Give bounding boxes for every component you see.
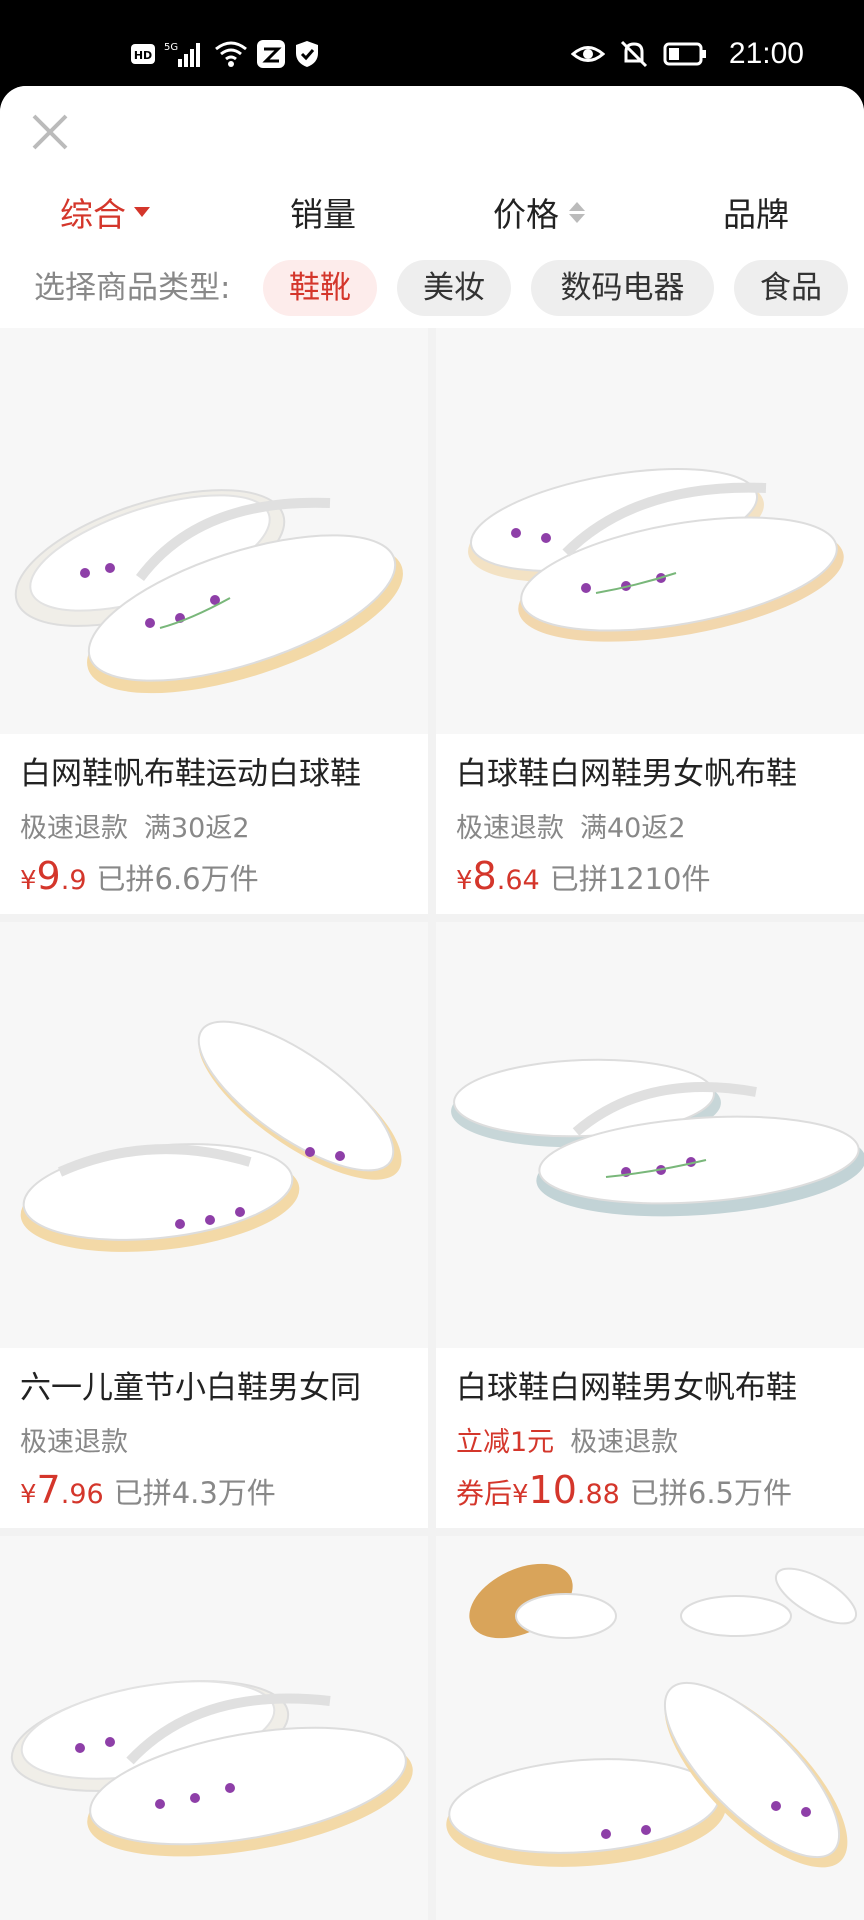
hd-icon: HD	[131, 44, 155, 64]
tag: 满40返2	[580, 813, 686, 844]
sold-count: 已拼6.6万件	[96, 862, 259, 896]
product-title: 白网鞋帆布鞋运动白球鞋	[20, 756, 361, 792]
product-card[interactable]: 白网鞋帆布鞋运动白球鞋 极速退款 满30返2 ¥9.9 已拼6.6万件	[0, 328, 428, 914]
tag: 极速退款	[456, 813, 564, 844]
product-card[interactable]: 白球鞋白网鞋男女帆布鞋 立减1元 极速退款 券后 ¥10.88 已拼6.5万件	[436, 922, 864, 1528]
tab-comprehensive[interactable]: 综合	[60, 182, 150, 242]
tag: 极速退款	[570, 1427, 679, 1458]
currency: ¥	[456, 866, 473, 896]
price-int: 8	[472, 854, 497, 898]
product-tags: 极速退款	[20, 1420, 144, 1459]
status-left-icons: HD 5G	[130, 36, 320, 72]
type-filter-bar: 选择商品类型: 鞋靴 美妆 数码电器 食品	[0, 260, 864, 316]
status-right-icons: 21:00	[570, 36, 804, 72]
chip-makeup[interactable]: 美妆	[397, 260, 511, 316]
mute-bell-icon	[620, 40, 647, 68]
tab-label: 销量	[290, 195, 356, 234]
tab-label: 价格	[493, 195, 559, 234]
product-tags: 极速退款 满40返2	[456, 806, 702, 845]
currency: ¥	[20, 1480, 37, 1510]
sold-count: 已拼1210件	[549, 862, 711, 896]
product-title: 六一儿童节小白鞋男女同	[20, 1370, 361, 1406]
discount-badge: 立减1元	[456, 1427, 555, 1458]
battery-icon	[663, 42, 706, 66]
product-price: ¥8.64 已拼1210件	[456, 854, 711, 900]
clock: 21:00	[728, 37, 804, 70]
chip-digital[interactable]: 数码电器	[531, 260, 714, 316]
product-image	[436, 1536, 864, 1920]
price-dec: .9	[60, 865, 87, 896]
app-icon	[257, 40, 285, 68]
currency: ¥	[512, 1480, 529, 1510]
price-int: 10	[528, 1468, 577, 1512]
price-int: 9	[36, 854, 61, 898]
svg-text:HD: HD	[134, 49, 152, 62]
close-icon[interactable]	[30, 112, 70, 152]
status-bar: HD 5G 21:00	[0, 0, 864, 86]
shield-icon	[296, 41, 318, 67]
product-card[interactable]: 六一儿童节小白鞋男女同 极速退款 ¥7.96 已拼4.3万件	[0, 922, 428, 1528]
tag: 极速退款	[20, 1427, 128, 1458]
price-dec: .96	[60, 1479, 104, 1510]
wifi-icon	[215, 41, 247, 67]
product-price: ¥9.9 已拼6.6万件	[20, 854, 259, 900]
product-title: 白球鞋白网鞋男女帆布鞋	[456, 756, 797, 792]
price-dec: .64	[496, 865, 540, 896]
5g-signal-icon: 5G	[164, 42, 200, 67]
tag: 满30返2	[144, 813, 250, 844]
product-filter-sheet: 综合 销量 价格 品牌 选择商品类型: 鞋靴 美妆 数码电器 食品 白网鞋帆布鞋…	[0, 86, 864, 1920]
product-tags: 极速退款 满30返2	[20, 806, 266, 845]
product-card[interactable]	[436, 1536, 864, 1920]
product-title: 白球鞋白网鞋男女帆布鞋	[456, 1370, 797, 1406]
product-image	[436, 922, 864, 1348]
product-image	[436, 328, 864, 734]
type-filter-label: 选择商品类型:	[34, 270, 231, 306]
price-dec: .88	[576, 1479, 620, 1510]
tab-sales[interactable]: 销量	[290, 182, 356, 242]
price-prefix: 券后	[456, 1477, 513, 1510]
product-price: ¥7.96 已拼4.3万件	[20, 1468, 276, 1514]
tag: 极速退款	[20, 813, 128, 844]
tab-price[interactable]: 价格	[493, 182, 585, 242]
price-int: 7	[36, 1468, 61, 1512]
svg-text:5G: 5G	[164, 42, 178, 53]
tab-label: 品牌	[723, 195, 789, 234]
product-image	[0, 1536, 428, 1920]
product-tags: 立减1元 极速退款	[456, 1420, 694, 1459]
chip-shoes[interactable]: 鞋靴	[263, 260, 377, 316]
filter-header: 综合 销量 价格 品牌 选择商品类型: 鞋靴 美妆 数码电器 食品	[0, 86, 864, 328]
caret-down-icon	[134, 207, 150, 217]
tab-brand[interactable]: 品牌	[723, 182, 789, 242]
product-image	[0, 922, 428, 1348]
product-price: 券后 ¥10.88 已拼6.5万件	[456, 1468, 792, 1514]
currency: ¥	[20, 866, 37, 896]
sort-arrows-icon	[569, 201, 585, 223]
sort-bar: 综合 销量 价格 品牌	[0, 182, 864, 242]
product-image	[0, 328, 428, 734]
product-card[interactable]: 白球鞋白网鞋男女帆布鞋 极速退款 满40返2 ¥8.64 已拼1210件	[436, 328, 864, 914]
tab-label: 综合	[60, 195, 126, 234]
sold-count: 已拼6.5万件	[629, 1476, 792, 1510]
sold-count: 已拼4.3万件	[113, 1476, 276, 1510]
eye-icon	[570, 46, 605, 62]
product-card[interactable]	[0, 1536, 428, 1920]
chip-food[interactable]: 食品	[734, 260, 848, 316]
